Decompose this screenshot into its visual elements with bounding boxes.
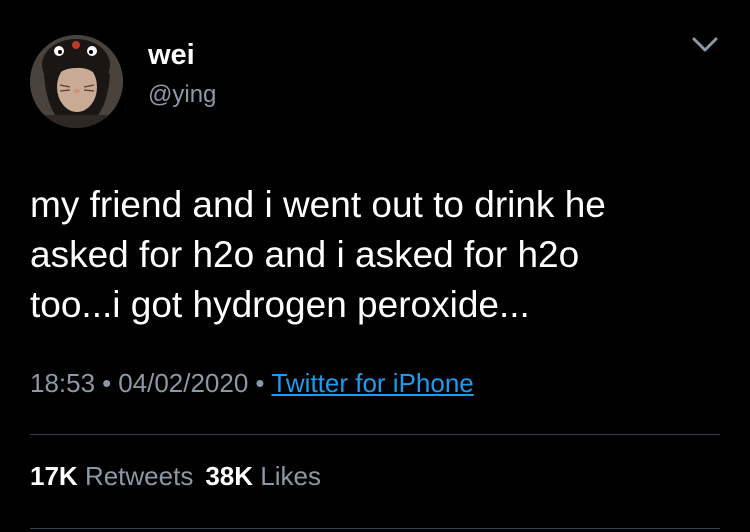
- tweet-card: wei @ying my friend and i went out to dr…: [0, 0, 750, 532]
- tweet-time[interactable]: 18:53: [30, 368, 95, 398]
- chevron-down-icon[interactable]: [688, 30, 722, 60]
- avatar[interactable]: [30, 35, 123, 128]
- meta-separator: •: [255, 368, 265, 398]
- retweets-count: 17K: [30, 461, 78, 491]
- retweets-stat[interactable]: 17K Retweets: [30, 461, 193, 491]
- divider: [30, 434, 720, 435]
- divider: [30, 528, 720, 529]
- meta-separator: •: [102, 368, 112, 398]
- tweet-source-link[interactable]: Twitter for iPhone: [271, 368, 473, 398]
- tweet-stats: 17K Retweets 38K Likes: [30, 461, 321, 491]
- user-handle[interactable]: @ying: [148, 82, 216, 108]
- tweet-text: my friend and i went out to drink he ask…: [30, 184, 606, 325]
- tweet-date[interactable]: 04/02/2020: [118, 368, 248, 398]
- display-name[interactable]: wei: [148, 40, 195, 70]
- likes-count: 38K: [205, 461, 254, 491]
- avatar-photo: [30, 35, 123, 128]
- likes-stat[interactable]: 38K Likes: [205, 461, 321, 491]
- tweet-meta: 18:53 • 04/02/2020 • Twitter for iPhone: [30, 367, 474, 399]
- retweets-label: Retweets: [84, 461, 194, 491]
- likes-label: Likes: [260, 461, 321, 491]
